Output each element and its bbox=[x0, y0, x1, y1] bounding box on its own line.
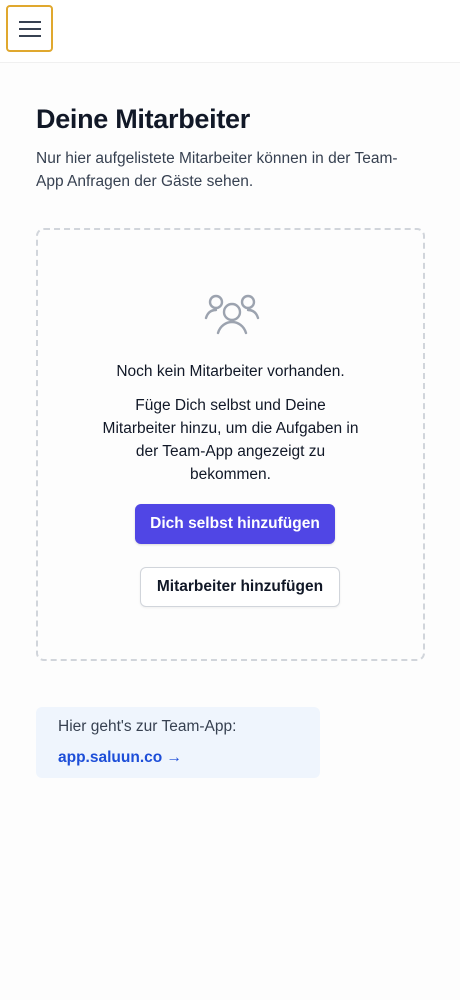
menu-button[interactable] bbox=[6, 5, 53, 52]
empty-state-description: Füge Dich selbst und Deine Mitarbeiter h… bbox=[102, 397, 359, 483]
team-app-link[interactable]: app.saluun.co → bbox=[58, 748, 182, 768]
add-employee-button[interactable]: Mitarbeiter hinzufügen bbox=[140, 567, 340, 607]
team-app-label: Hier geht's zur Team-App: bbox=[58, 718, 237, 735]
page-subtitle: Nur hier aufgelistete Mitarbeiter können… bbox=[36, 150, 398, 190]
top-bar bbox=[0, 0, 460, 63]
page-title: Deine Mitarbeiter bbox=[36, 104, 250, 134]
users-group-icon bbox=[204, 294, 260, 335]
empty-state-title: Noch kein Mitarbeiter vorhanden. bbox=[116, 363, 345, 380]
hamburger-menu-icon bbox=[18, 20, 41, 37]
add-self-button[interactable]: Dich selbst hinzufügen bbox=[135, 504, 335, 544]
team-app-info-box: Hier geht's zur Team-App: app.saluun.co … bbox=[36, 707, 320, 778]
empty-state-card: Noch kein Mitarbeiter vorhanden. Füge Di… bbox=[36, 228, 425, 661]
